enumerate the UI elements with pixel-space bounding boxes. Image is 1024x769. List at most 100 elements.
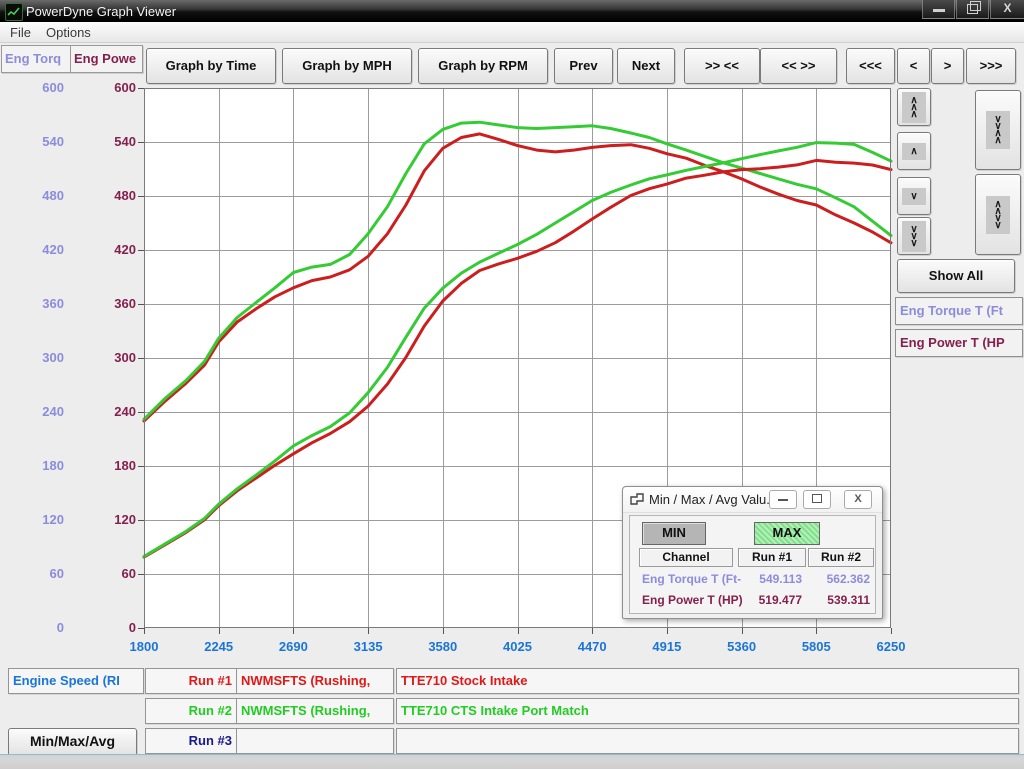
y-tick-label: 180 — [114, 458, 136, 474]
y-tick-label: 360 — [114, 296, 136, 312]
minmax-power-run2-value: 539.311 — [808, 593, 870, 607]
chevron-down-triple-icon: ∨ ∨ ∨ — [902, 221, 925, 252]
y-tick-label: 0 — [57, 620, 64, 636]
chevron-down-icon: ∨ — [902, 188, 925, 205]
close-button[interactable]: X — [990, 0, 1024, 19]
dialog-maximize-icon — [812, 494, 822, 503]
dialog-close-icon: X — [854, 493, 861, 505]
powerdyne-window: PowerDyne Graph Viewer X File Options En… — [0, 0, 1024, 768]
y-tick-label: 60 — [122, 566, 136, 582]
run2-description-field[interactable]: TTE710 CTS Intake Port Match — [396, 698, 1019, 724]
run2-label[interactable]: Run #2 — [145, 698, 238, 724]
scroll-left-button[interactable]: < — [897, 48, 930, 84]
chevrons-collapse-icon: ∨ ∨ ∧ ∧ — [986, 111, 1009, 149]
minmax-row-torque-label: Eng Torque T (Ft- — [642, 572, 741, 586]
prev-button[interactable]: Prev — [554, 48, 613, 84]
run1-label[interactable]: Run #1 — [145, 668, 238, 694]
y-tick-label: 420 — [42, 242, 64, 258]
x-tick-label: 3580 — [415, 639, 471, 654]
chevron-up-triple-icon: ∧ ∧ ∧ — [902, 92, 925, 123]
y-tick-label: 240 — [114, 404, 136, 420]
run3-operator-field[interactable] — [236, 728, 394, 754]
x-tick-label: 5360 — [714, 639, 770, 654]
max-toggle-button[interactable]: MAX — [754, 522, 820, 545]
x-tick-label: 6250 — [863, 639, 919, 654]
minmaxavg-button[interactable]: Min/Max/Avg — [8, 728, 137, 756]
y-tick-label: 120 — [114, 512, 136, 528]
minmax-torque-run2-value: 562.362 — [808, 572, 870, 586]
scroll-right-button[interactable]: > — [931, 48, 964, 84]
y-tick-label: 600 — [42, 80, 64, 96]
y-tick-label: 60 — [50, 566, 64, 582]
dialog-close-button[interactable]: X — [844, 490, 872, 509]
next-button[interactable]: Next — [617, 48, 675, 84]
app-icon — [5, 3, 23, 21]
minmax-power-run1-value: 519.477 — [738, 593, 802, 607]
y-tick-label: 0 — [129, 620, 136, 636]
run1-description-field[interactable]: TTE710 Stock Intake — [396, 668, 1019, 694]
show-all-button[interactable]: Show All — [897, 259, 1015, 293]
y-tick-label: 540 — [114, 134, 136, 150]
dialog-minimize-button[interactable] — [769, 490, 797, 509]
zoom-in-x-button[interactable]: >> << — [684, 48, 760, 84]
torque-axis-header[interactable]: Eng Torq — [1, 45, 71, 73]
graph-by-time-button[interactable]: Graph by Time — [146, 48, 276, 84]
run2-operator-field[interactable]: NWMSFTS (Rushing, — [236, 698, 394, 724]
x-tick-label: 5805 — [788, 639, 844, 654]
minimize-button[interactable] — [922, 0, 955, 19]
column-header-channel[interactable]: Channel — [639, 548, 733, 567]
scroll-down-fast-button[interactable]: ∨ ∨ ∨ — [897, 217, 931, 255]
y-tick-label: 600 — [114, 80, 136, 96]
y-tick-label: 480 — [114, 188, 136, 204]
chevrons-expand-icon: ∧ ∧ ∨ ∨ — [986, 196, 1009, 234]
x-tick-label: 1800 — [116, 639, 172, 654]
minmax-torque-run1-value: 549.113 — [738, 572, 802, 586]
title-bar[interactable]: PowerDyne Graph Viewer X — [0, 0, 1024, 22]
collapse-vertical-button[interactable]: ∨ ∨ ∧ ∧ — [975, 90, 1021, 170]
close-icon: X — [1003, 1, 1011, 15]
min-toggle-button[interactable]: MIN — [642, 522, 706, 545]
scroll-last-button[interactable]: >>> — [966, 48, 1016, 84]
y-tick-label: 300 — [114, 350, 136, 366]
x-axis-channel-button[interactable]: Engine Speed (RI — [8, 668, 144, 694]
menu-options[interactable]: Options — [40, 24, 97, 41]
x-tick-label: 4025 — [490, 639, 546, 654]
dialog-page-icon — [630, 493, 645, 506]
scroll-up-fast-button[interactable]: ∧ ∧ ∧ — [897, 88, 931, 126]
scroll-first-button[interactable]: <<< — [846, 48, 895, 84]
column-header-run2[interactable]: Run #2 — [808, 548, 874, 567]
power-channel-button[interactable]: Eng Power T (HP — [895, 329, 1023, 357]
power-axis-header[interactable]: Eng Powe — [70, 45, 143, 73]
restore-button[interactable] — [956, 0, 989, 19]
y-tick-label: 120 — [42, 512, 64, 528]
menu-bar: File Options — [0, 22, 1024, 43]
minmax-dialog-title: Min / Max / Avg Valu... — [649, 492, 777, 507]
y-tick-label: 240 — [42, 404, 64, 420]
torque-channel-button[interactable]: Eng Torque T (Ft — [895, 297, 1023, 325]
zoom-out-x-button[interactable]: << >> — [760, 48, 837, 84]
scroll-up-button[interactable]: ∧ — [897, 132, 931, 170]
torque-axis-ticks: 060120180240300360420480540600 — [0, 88, 66, 628]
y-tick-label: 540 — [42, 134, 64, 150]
y-tick-label: 360 — [42, 296, 64, 312]
x-tick-label: 4470 — [564, 639, 620, 654]
menu-file[interactable]: File — [4, 24, 37, 41]
expand-vertical-button[interactable]: ∧ ∧ ∨ ∨ — [975, 174, 1021, 255]
run1-operator-field[interactable]: NWMSFTS (Rushing, — [236, 668, 394, 694]
graph-by-rpm-button[interactable]: Graph by RPM — [418, 48, 548, 84]
run3-label[interactable]: Run #3 — [145, 728, 238, 754]
scroll-down-button[interactable]: ∨ — [897, 177, 931, 215]
x-tick-label: 2690 — [265, 639, 321, 654]
x-tick-label: 4915 — [639, 639, 695, 654]
dialog-maximize-button[interactable] — [803, 490, 831, 509]
graph-by-mph-button[interactable]: Graph by MPH — [282, 48, 412, 84]
run3-description-field[interactable] — [396, 728, 1019, 754]
window-frame-bottom — [0, 754, 1024, 769]
minmax-dialog[interactable]: Min / Max / Avg Valu... X MIN MAX Channe… — [622, 486, 883, 619]
column-header-run1[interactable]: Run #1 — [738, 548, 806, 567]
y-tick-label: 420 — [114, 242, 136, 258]
x-tick-label: 3135 — [340, 639, 396, 654]
y-tick-label: 480 — [42, 188, 64, 204]
minmax-dialog-titlebar[interactable]: Min / Max / Avg Valu... X — [623, 487, 882, 513]
minimize-icon — [933, 9, 945, 12]
